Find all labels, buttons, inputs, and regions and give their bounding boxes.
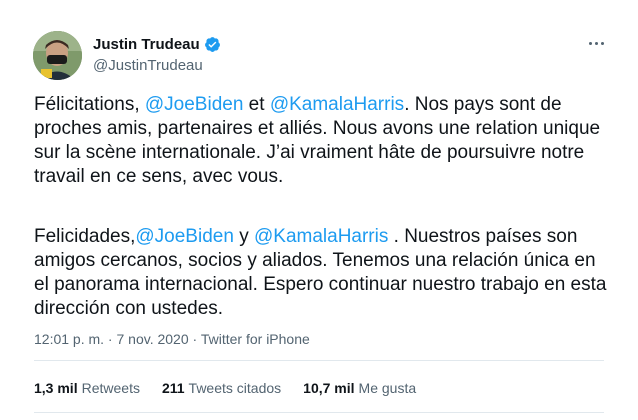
mention-link[interactable]: @JoeBiden bbox=[135, 226, 234, 247]
author-name-row[interactable]: Justin Trudeau bbox=[93, 36, 221, 53]
tweet-text-french: Félicitations, @JoeBiden et @KamalaHarri… bbox=[34, 93, 614, 189]
mention-link[interactable]: @KamalaHarris bbox=[254, 226, 388, 247]
quotes-count: 211 bbox=[161, 380, 185, 396]
tweet-card: Justin Trudeau @JustinTrudeau Félicitati… bbox=[0, 0, 638, 420]
tweet-source[interactable]: Twitter for iPhone bbox=[201, 331, 310, 347]
retweets-stat[interactable]: 1,3 mil Retweets bbox=[34, 380, 140, 396]
more-options-icon[interactable] bbox=[584, 33, 608, 53]
tweet-text-segment: Felicidades, bbox=[34, 226, 136, 247]
tweet-stats: 1,3 mil Retweets 211 Tweets citados 10,7 m… bbox=[34, 380, 438, 396]
tweet-meta: 12:01 p. m. · 7 nov. 2020 · Twitter for … bbox=[34, 331, 310, 347]
author-handle[interactable]: @JustinTrudeau bbox=[93, 57, 203, 74]
quote-tweets-stat[interactable]: 211 Tweets citados bbox=[162, 380, 281, 396]
likes-label: Me gusta bbox=[358, 380, 417, 396]
tweet-text-segment: Félicitations, bbox=[34, 94, 145, 115]
meta-separator: · bbox=[188, 331, 201, 347]
mention-link[interactable]: @JoeBiden bbox=[145, 94, 244, 115]
tweet-time[interactable]: 12:01 p. m. bbox=[34, 331, 104, 347]
likes-stat[interactable]: 10,7 mil Me gusta bbox=[303, 380, 416, 396]
tweet-text-segment: et bbox=[243, 94, 270, 115]
retweets-label: Retweets bbox=[81, 380, 140, 396]
tweet-text-segment: y bbox=[233, 226, 254, 247]
verified-badge-icon bbox=[204, 36, 221, 53]
avatar-photo bbox=[33, 31, 82, 80]
avatar[interactable] bbox=[33, 31, 82, 80]
meta-separator: · bbox=[104, 331, 117, 347]
retweets-count: 1,3 mil bbox=[34, 380, 78, 396]
divider bbox=[34, 412, 604, 413]
divider bbox=[34, 360, 604, 361]
quotes-label: Tweets citados bbox=[188, 380, 282, 396]
tweet-date[interactable]: 7 nov. 2020 bbox=[117, 331, 189, 347]
mention-link[interactable]: @KamalaHarris bbox=[270, 94, 404, 115]
author-name[interactable]: Justin Trudeau bbox=[93, 36, 200, 53]
likes-count: 10,7 mil bbox=[303, 380, 355, 396]
tweet-text-spanish: Felicidades,@JoeBiden y @KamalaHarris . … bbox=[34, 225, 614, 321]
